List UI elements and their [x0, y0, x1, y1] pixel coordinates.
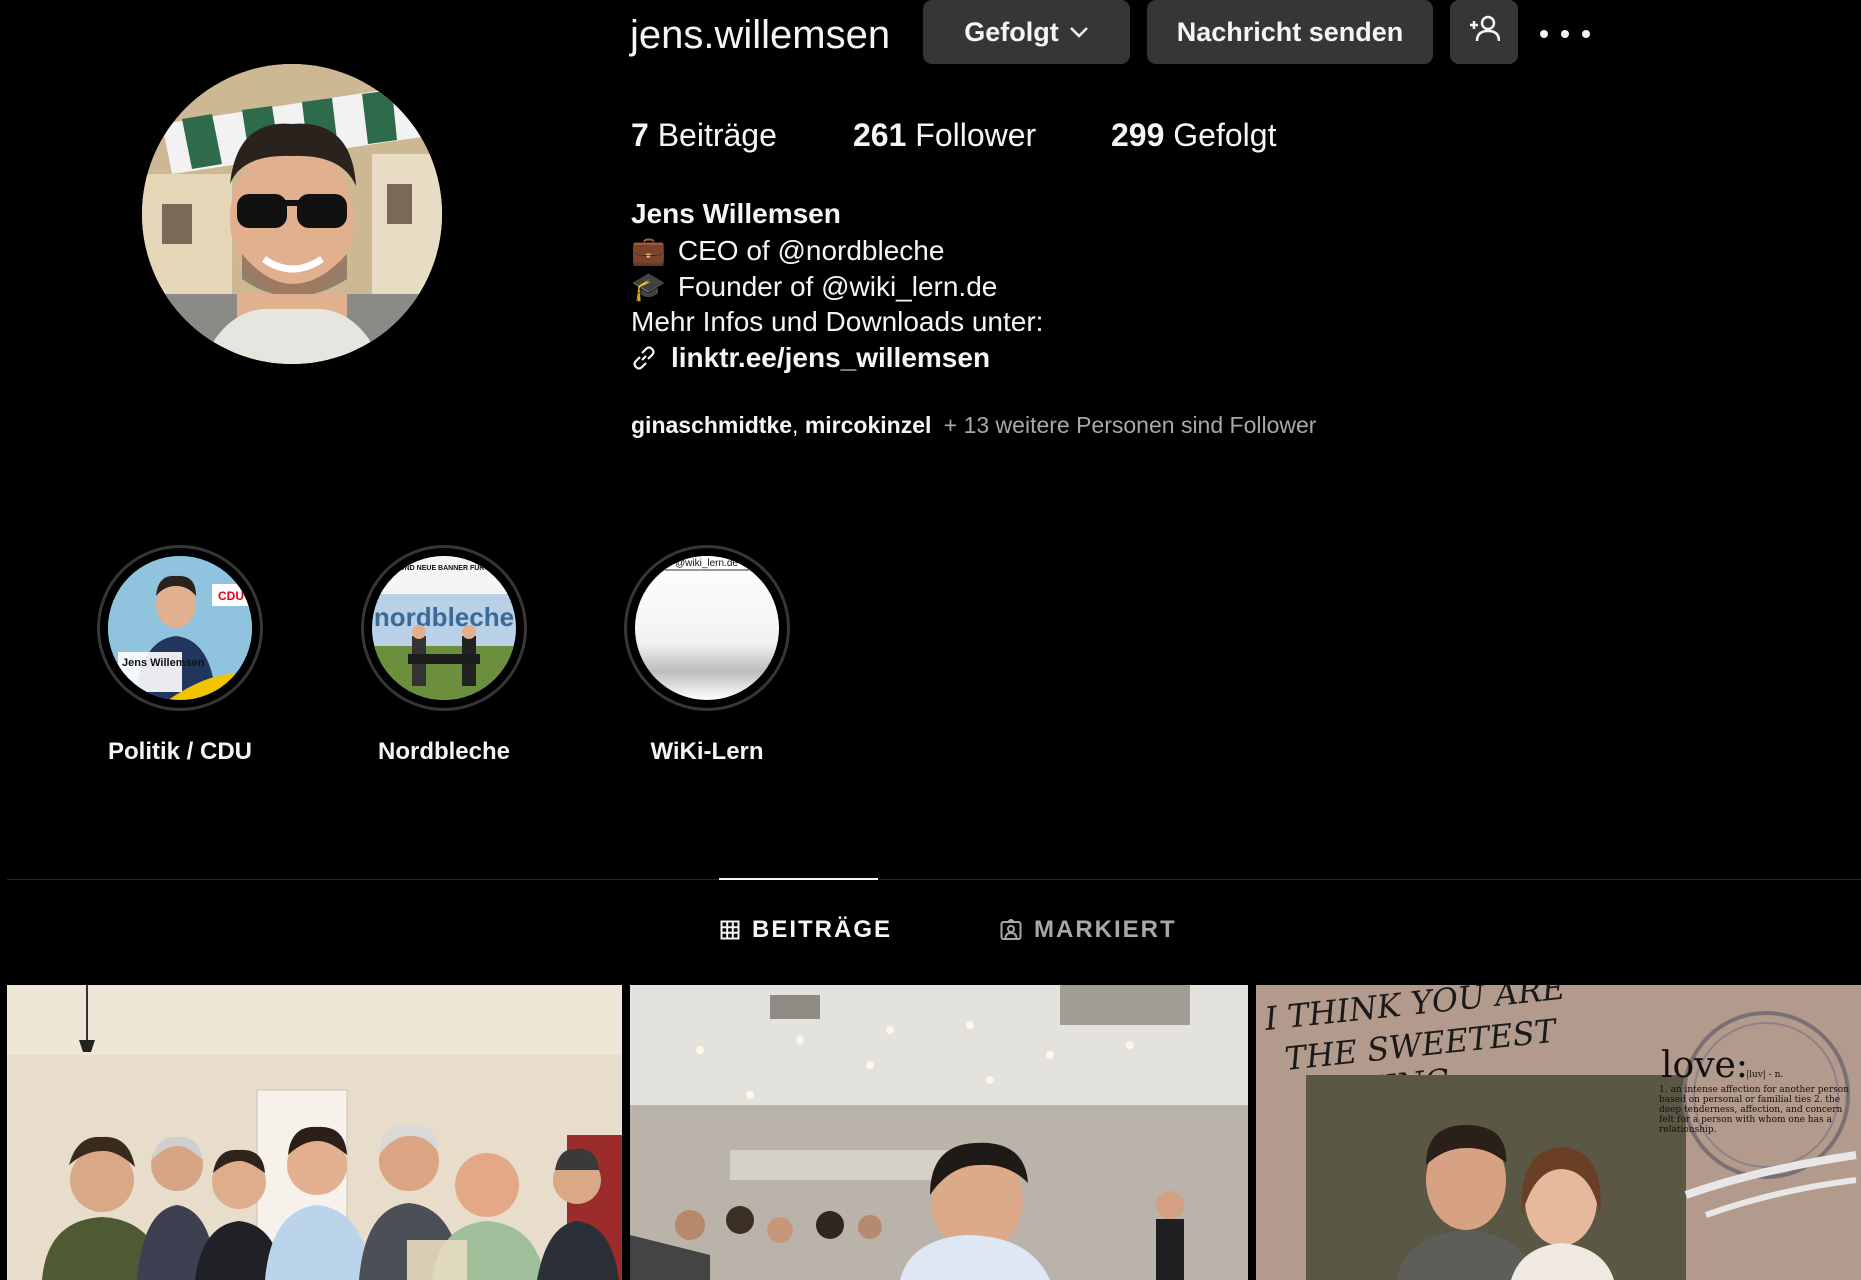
svg-text:nordbleche: nordbleche: [374, 602, 514, 632]
post-1[interactable]: [7, 985, 622, 1280]
post-3-graphic: I THINK YOU ARE THE SWEETEST THING love:…: [1256, 985, 1861, 1280]
svg-text:|luv| - n.: |luv| - n.: [1746, 1070, 1783, 1080]
post-1-photo: [7, 985, 622, 1280]
full-name: Jens Willemsen: [631, 198, 841, 229]
chevron-down-icon: [1069, 26, 1089, 38]
love-definition-text: 1. an intense affection for another pers…: [1659, 1085, 1850, 1135]
posts-count-value: 7: [631, 117, 649, 153]
svg-text:EINE NEUE ZAUNANLAGE UND NEUE: EINE NEUE ZAUNANLAGE UND NEUE BANNER FÜR…: [372, 563, 516, 572]
bio-line-founder: 🎓 Founder of @wiki_lern.de: [631, 270, 997, 303]
followed-by[interactable]: ginaschmidtke, mircokinzel + 13 weitere …: [631, 412, 1316, 439]
tagged-icon: [1000, 919, 1022, 941]
tab-posts-label: BEITRÄGE: [752, 916, 893, 943]
grid-icon: [720, 920, 740, 940]
followed-by-user-2[interactable]: mircokinzel: [805, 412, 932, 438]
tab-tagged[interactable]: MARKIERT: [1000, 916, 1177, 944]
svg-text:Jens Willemsen: Jens Willemsen: [122, 657, 205, 669]
posts-count: 7 Beiträge: [631, 117, 777, 154]
svg-text:CDU: CDU: [218, 589, 244, 603]
post-2-photo: [630, 985, 1248, 1280]
link-icon: [631, 345, 657, 371]
active-tab-indicator: [719, 878, 878, 880]
avatar-photo: [142, 64, 442, 364]
following-count-label: Gefolgt: [1173, 117, 1277, 153]
followers-link[interactable]: 261 Follower: [853, 117, 1036, 154]
following-count-value: 299: [1111, 117, 1165, 153]
sunglasses-left: [237, 194, 287, 228]
bio-link-text: linktr.ee/jens_willemsen: [671, 342, 991, 373]
bio-founder-text: Founder of @wiki_lern.de: [677, 271, 998, 302]
sunglasses-right: [297, 194, 347, 228]
highlight-thumb-politik: CDU Jens Willemsen: [108, 556, 252, 700]
graduation-cap-icon: 🎓: [631, 271, 666, 302]
highlight-label-nordbleche[interactable]: Nordbleche: [314, 738, 574, 766]
briefcase-icon: 💼: [631, 235, 666, 266]
send-message-label: Nachricht senden: [1176, 16, 1404, 47]
suggest-users-button[interactable]: [1450, 0, 1518, 64]
more-options-icon[interactable]: [1540, 20, 1590, 48]
tab-posts[interactable]: BEITRÄGE: [720, 916, 892, 944]
post-3[interactable]: I THINK YOU ARE THE SWEETEST THING love:…: [1256, 985, 1861, 1280]
followers-count-label: Follower: [915, 117, 1037, 153]
posts-count-label: Beiträge: [657, 117, 777, 153]
username: jens.willemsen: [630, 13, 891, 57]
followed-by-separator: ,: [792, 412, 799, 438]
followers-count-value: 261: [853, 117, 907, 153]
highlight-nordbleche[interactable]: EINE NEUE ZAUNANLAGE UND NEUE BANNER FÜR…: [361, 545, 527, 711]
highlight-politik-cdu[interactable]: CDU Jens Willemsen: [97, 545, 263, 711]
highlight-wiki-lern[interactable]: @wiki_lern.de: [624, 545, 790, 711]
bio-line-ceo: 💼 CEO of @nordbleche: [631, 234, 944, 267]
svg-text:@wiki_lern.de: @wiki_lern.de: [675, 558, 738, 569]
post-2[interactable]: [630, 985, 1248, 1280]
send-message-button[interactable]: Nachricht senden: [1147, 0, 1433, 64]
bio-link[interactable]: linktr.ee/jens_willemsen: [631, 342, 990, 374]
profile-avatar[interactable]: [142, 64, 442, 364]
bio-ceo-text: CEO of @nordbleche: [677, 235, 945, 266]
tab-tagged-label: MARKIERT: [1034, 916, 1177, 943]
following-button[interactable]: Gefolgt: [923, 0, 1130, 64]
following-label: Gefolgt: [964, 16, 1059, 47]
svg-text:love:: love:: [1661, 1045, 1748, 1086]
followed-by-user-1[interactable]: ginaschmidtke: [631, 412, 792, 438]
highlight-label-politik[interactable]: Politik / CDU: [50, 738, 310, 766]
highlight-thumb-nordbleche: EINE NEUE ZAUNANLAGE UND NEUE BANNER FÜR…: [372, 556, 516, 700]
following-link[interactable]: 299 Gefolgt: [1111, 117, 1276, 154]
highlight-label-wiki-lern[interactable]: WiKi-Lern: [577, 738, 837, 766]
tabs-divider: [7, 879, 1861, 880]
add-person-icon: [1468, 15, 1501, 50]
highlight-thumb-wiki-lern: @wiki_lern.de: [635, 556, 779, 700]
bio-line-info: Mehr Infos und Downloads unter:: [631, 306, 1044, 337]
followed-by-rest: + 13 weitere Personen sind Follower: [943, 412, 1317, 438]
